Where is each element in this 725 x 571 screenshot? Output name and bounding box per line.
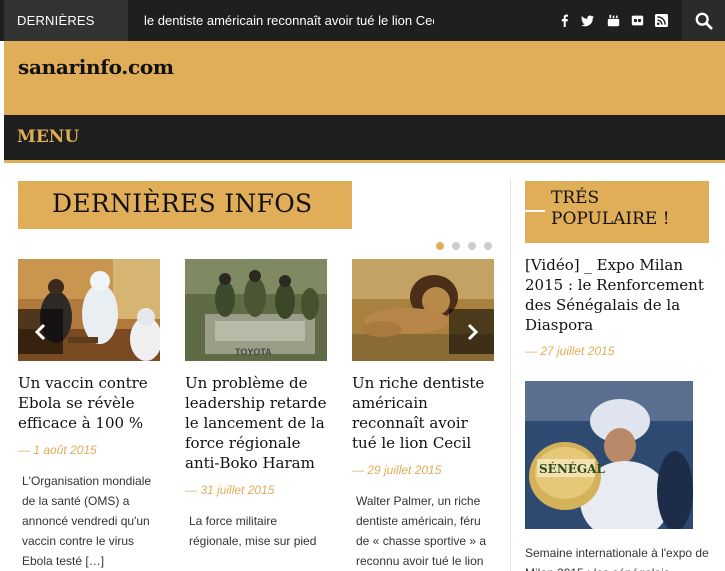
search-icon[interactable] — [682, 0, 725, 41]
twitter-icon[interactable] — [575, 0, 599, 41]
popular-date: — 27 juillet 2015 — [525, 344, 615, 358]
popular-title-text: TRÉS POPULAIRE ! — [551, 188, 670, 229]
ticker-label: DERNIÈRES INFOS — [4, 0, 128, 69]
slider-dot[interactable] — [468, 242, 476, 250]
article-date: — 1 août 2015 — [18, 443, 97, 457]
popular-headline[interactable]: [Vidéo] _ Expo Milan 2015 : le Renforcem… — [525, 255, 715, 335]
article-date: — 31 juillet 2015 — [185, 483, 275, 497]
rss-icon[interactable] — [649, 0, 673, 41]
slider-dot[interactable] — [484, 242, 492, 250]
svg-text:TOYOTA: TOYOTA — [235, 347, 272, 357]
article-excerpt: La force militaire régionale, mise sur p… — [189, 514, 317, 548]
popular-image-banner: SÉNÉGAL — [539, 461, 605, 476]
main-menu: MENU — [4, 115, 725, 163]
facebook-icon[interactable] — [552, 0, 576, 41]
article-title[interactable]: Un problème de leadership retarde le lan… — [185, 373, 327, 473]
title-accent-bar — [525, 210, 545, 212]
article-excerpt: L'Organisation mondiale de la santé (OMS… — [22, 474, 152, 568]
section-title-text: DERNIÈRES INFOS — [52, 189, 313, 218]
article-image-soldiers[interactable]: TOYOTA — [185, 259, 327, 361]
top-bar: DERNIÈRES INFOS le dentiste américain re… — [0, 0, 725, 69]
article-title[interactable]: Un vaccin contre Ebola se révèle efficac… — [18, 373, 160, 433]
flickr-icon[interactable] — [625, 0, 649, 41]
popular-title: TRÉS POPULAIRE ! — [525, 181, 709, 243]
article-card: TOYOTA Un problème de leadership retarde… — [185, 259, 327, 551]
slider-next-button[interactable] — [449, 309, 494, 354]
chevron-right-icon — [467, 323, 478, 340]
section-title: DERNIÈRES INFOS — [18, 181, 352, 229]
slider-dot[interactable] — [452, 242, 460, 250]
column-divider — [510, 178, 511, 571]
article-date: — 29 juillet 2015 — [352, 463, 442, 477]
slider-prev-button[interactable] — [18, 309, 63, 354]
site-logo[interactable]: sanarinfo.com — [18, 55, 174, 79]
slider-dot[interactable] — [436, 242, 444, 250]
article-excerpt: Walter Palmer, un riche dentiste américa… — [356, 494, 487, 568]
site-header: sanarinfo.com — [4, 41, 725, 115]
menu-toggle[interactable]: MENU — [17, 127, 79, 147]
article-card: Un riche dentiste américain reconnaît av… — [352, 259, 494, 571]
news-ticker[interactable]: le dentiste américain reconnaît avoir tu… — [144, 0, 434, 41]
article-card: Un vaccin contre Ebola se révèle efficac… — [18, 259, 160, 571]
popular-excerpt: Semaine internationale à l'expo de Milan… — [525, 546, 709, 571]
chevron-left-icon — [34, 323, 45, 340]
article-title[interactable]: Un riche dentiste américain reconnaît av… — [352, 373, 494, 453]
youtube-icon[interactable] — [601, 0, 625, 41]
popular-image[interactable]: SÉNÉGAL — [525, 381, 693, 529]
slider-pagination — [436, 242, 492, 250]
